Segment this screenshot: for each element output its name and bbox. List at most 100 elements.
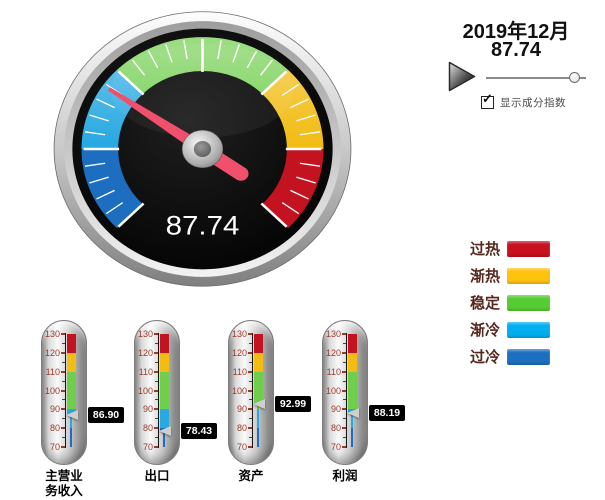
scale-label: 70 (330, 442, 341, 452)
thermometer-label: 主营业 务收入 (45, 469, 83, 498)
show-components-row: ✓ 显示成分指数 (481, 92, 566, 109)
scale-minor-tick (154, 380, 158, 382)
scale-minor-tick (342, 380, 346, 382)
thermometer: 70 80 90 100 110 120 130 86.90 主营业 务收入 (41, 320, 133, 500)
scale-minor-tick (154, 418, 158, 420)
economic-climate-dashboard: 87.74 2019年12月 87.74 ✓ 显示成分指数 过热 渐热 稳定 渐… (0, 0, 605, 500)
scale-minor-tick (342, 418, 346, 420)
scale-tick (342, 351, 346, 354)
scale-minor-tick (154, 342, 158, 344)
scale-tick (342, 333, 346, 335)
legend-swatch (507, 240, 551, 257)
component-thermometers: 70 80 90 100 110 120 130 86.90 主营业 务收入 70 80 90 100 1… (0, 320, 605, 500)
scale-label: 100 (44, 385, 60, 396)
scale-tick (154, 351, 158, 354)
scale-label: 90 (142, 404, 153, 415)
scale-minor-tick (248, 361, 252, 363)
legend-swatch (507, 294, 551, 311)
value-marker-icon (65, 410, 78, 421)
scale-tick (248, 427, 252, 430)
thermometer-track-segment (257, 409, 259, 429)
scale-minor-tick (154, 399, 158, 401)
thermometer-track-segment (70, 428, 72, 447)
scale-minor-tick (61, 361, 65, 363)
scale-tick (248, 389, 252, 392)
value-marker-icon (158, 426, 171, 437)
scale-tick (342, 370, 346, 373)
scale-tick (61, 389, 65, 392)
scale-label: 90 (49, 404, 60, 415)
scale-label: 80 (142, 423, 153, 434)
play-button[interactable] (448, 61, 476, 92)
thermometer-fill-segment (347, 352, 357, 372)
scale-minor-tick (61, 342, 65, 344)
scale-label: 70 (236, 442, 247, 452)
show-components-checkbox[interactable]: ✓ (481, 92, 494, 109)
gauge-svg: 87.74 (53, 11, 352, 287)
scale-minor-tick (61, 380, 65, 382)
scale-label: 80 (330, 423, 341, 434)
legend-item: 过热 (470, 240, 551, 258)
scale-label: 70 (142, 442, 153, 452)
scale-label: 90 (330, 404, 341, 415)
scale-tick (248, 446, 252, 448)
scale-minor-tick (61, 437, 65, 439)
scale-label: 130 (231, 329, 247, 339)
timeline-slider[interactable] (486, 69, 590, 86)
scale-minor-tick (248, 380, 252, 382)
thermometer-track-segment (257, 428, 259, 447)
scale-tick (248, 351, 252, 354)
scale-minor-tick (61, 399, 65, 401)
scale-label: 100 (325, 385, 341, 396)
scale-tick (342, 408, 346, 411)
gauge-value: 87.74 (166, 211, 240, 242)
thermometer-fill-segment (159, 352, 169, 372)
scale-minor-tick (154, 437, 158, 439)
scale-label: 70 (49, 442, 60, 452)
thermometer-track-segment (351, 428, 353, 447)
scale-tick (248, 370, 252, 373)
scale-label: 110 (232, 366, 247, 377)
value-badge: 88.19 (369, 404, 405, 421)
thermometer-label: 出口 (144, 469, 170, 483)
scale-label: 110 (326, 366, 341, 377)
value-marker-icon (346, 407, 359, 418)
scale-minor-tick (342, 342, 346, 344)
thermometer-fill-segment (253, 334, 263, 353)
index-value: 87.74 (490, 39, 542, 61)
thermometer-fill-segment (253, 352, 263, 372)
scale-minor-tick (342, 437, 346, 439)
thermometer-fill-segment (66, 352, 76, 372)
legend-label: 渐热 (470, 268, 501, 285)
slider-handle[interactable] (569, 72, 580, 83)
scale-tick (61, 351, 65, 354)
scale-tick (248, 408, 252, 411)
scale-tick (342, 446, 346, 448)
scale-minor-tick (248, 399, 252, 401)
scale-label: 130 (325, 329, 341, 339)
scale-tick (154, 370, 158, 373)
thermometer-fill-segment (66, 334, 76, 353)
legend-label: 稳定 (470, 295, 501, 312)
scale-minor-tick (342, 361, 346, 363)
scale-minor-tick (154, 361, 158, 363)
value-marker-icon (252, 398, 265, 409)
value-badge: 92.99 (275, 395, 311, 412)
scale-label: 80 (236, 423, 247, 434)
thermometer-fill-segment (66, 371, 76, 410)
climate-index-gauge: 87.74 (50, 8, 355, 290)
scale-label: 90 (236, 404, 247, 415)
scale-label: 130 (44, 329, 60, 339)
thermometer-label: 利润 (332, 469, 358, 483)
scale-label: 120 (325, 347, 341, 358)
scale-label: 120 (231, 347, 247, 358)
thermometer-fill-segment (159, 371, 169, 410)
legend-label: 过热 (470, 241, 501, 258)
scale-label: 110 (45, 366, 60, 377)
legend-item: 稳定 (470, 294, 551, 312)
scale-tick (154, 333, 158, 335)
scale-tick (154, 389, 158, 392)
checkbox-label: 显示成分指数 (500, 96, 566, 109)
scale-tick (342, 427, 346, 430)
value-badge: 78.43 (181, 423, 217, 440)
